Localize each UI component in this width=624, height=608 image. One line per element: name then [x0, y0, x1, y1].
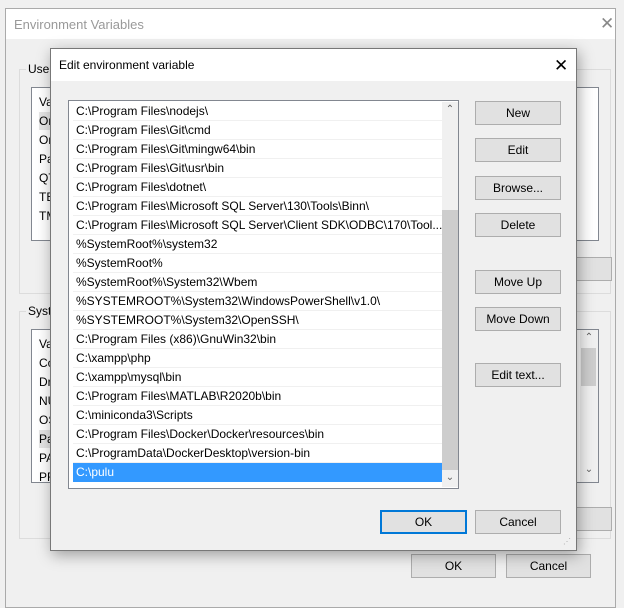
path-list-item[interactable]: C:\Program Files\Git\cmd: [73, 121, 442, 140]
browse-button[interactable]: Browse...: [475, 176, 561, 200]
delete-button[interactable]: Delete: [475, 213, 561, 237]
new-button[interactable]: New: [475, 101, 561, 125]
path-list-item[interactable]: C:\pulu: [73, 463, 442, 482]
path-list-item[interactable]: C:\Program Files\Git\mingw64\bin: [73, 140, 442, 159]
path-list-item[interactable]: %SystemRoot%\System32\Wbem: [73, 273, 442, 292]
path-list-item[interactable]: C:\Program Files\Git\usr\bin: [73, 159, 442, 178]
resize-grip-icon[interactable]: ⋰: [563, 537, 571, 546]
path-list-item[interactable]: C:\Program Files\Docker\Docker\resources…: [73, 425, 442, 444]
path-list-item[interactable]: C:\Program Files\MATLAB\R2020b\bin: [73, 387, 442, 406]
scroll-up-icon[interactable]: ⌃: [442, 104, 458, 115]
scroll-thumb[interactable]: [581, 348, 596, 386]
scroll-down-icon[interactable]: ⌄: [442, 472, 458, 483]
path-list-item[interactable]: C:\Program Files\Microsoft SQL Server\Cl…: [73, 216, 442, 235]
path-list-item[interactable]: C:\Program Files\dotnet\: [73, 178, 442, 197]
edit-environment-variable-dialog: Edit environment variable ✕ C:\Program F…: [50, 48, 577, 551]
path-list-item[interactable]: C:\miniconda3\Scripts: [73, 406, 442, 425]
dialog-title: Edit environment variable: [51, 49, 576, 81]
cancel-button[interactable]: Cancel: [475, 510, 561, 534]
move-up-button[interactable]: Move Up: [475, 270, 561, 294]
path-list-item[interactable]: %SYSTEMROOT%\System32\WindowsPowerShell\…: [73, 292, 442, 311]
path-list-item[interactable]: %SYSTEMROOT%\System32\OpenSSH\: [73, 311, 442, 330]
scrollbar[interactable]: ⌃ ⌄: [580, 330, 598, 482]
ok-button[interactable]: OK: [380, 510, 467, 534]
path-list-item[interactable]: %SystemRoot%\system32: [73, 235, 442, 254]
path-list-item[interactable]: %SystemRoot%: [73, 254, 442, 273]
edit-text-button[interactable]: Edit text...: [475, 363, 561, 387]
cancel-button[interactable]: Cancel: [506, 554, 591, 578]
scroll-thumb[interactable]: [442, 210, 458, 470]
path-list[interactable]: C:\Program Files\nodejs\ C:\Program Files…: [68, 100, 459, 489]
scrollbar[interactable]: ⌃ ⌄: [442, 102, 458, 487]
path-list-item[interactable]: C:\ProgramData\DockerDesktop\version-bin: [73, 444, 442, 463]
path-list-item[interactable]: C:\Program Files (x86)\GnuWin32\bin: [73, 330, 442, 349]
edit-button[interactable]: Edit: [475, 138, 561, 162]
move-down-button[interactable]: Move Down: [475, 307, 561, 331]
path-list-item[interactable]: C:\xampp\php: [73, 349, 442, 368]
scroll-up-icon[interactable]: ⌃: [580, 332, 598, 343]
path-list-item[interactable]: C:\Program Files\nodejs\: [73, 102, 442, 121]
path-list-item[interactable]: C:\Program Files\Microsoft SQL Server\13…: [73, 197, 442, 216]
path-list-item[interactable]: C:\xampp\mysql\bin: [73, 368, 442, 387]
ok-button[interactable]: OK: [411, 554, 496, 578]
close-icon[interactable]: ✕: [554, 57, 568, 74]
close-icon[interactable]: ✕: [600, 15, 614, 32]
window-title: Environment Variables: [6, 9, 615, 39]
scroll-down-icon[interactable]: ⌄: [580, 464, 598, 475]
